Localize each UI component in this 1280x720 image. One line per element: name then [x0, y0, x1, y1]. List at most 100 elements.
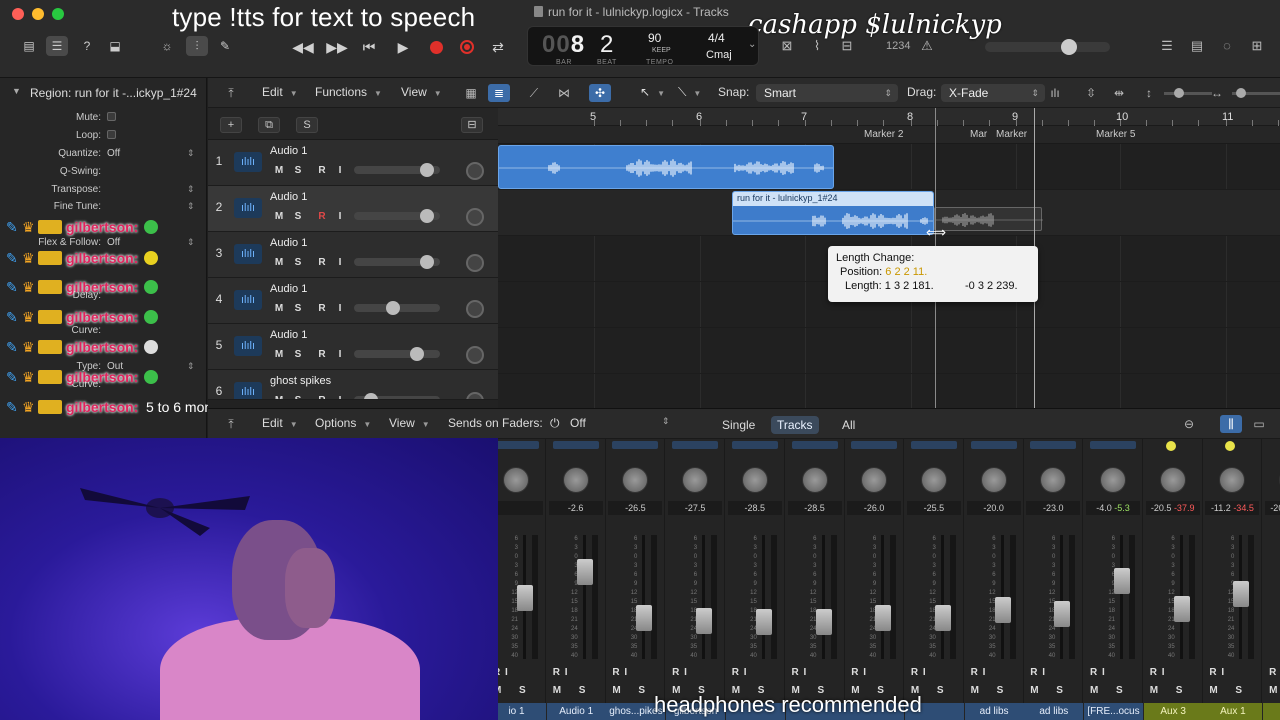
- input-monitor-button[interactable]: I: [333, 256, 347, 269]
- master-volume-knob[interactable]: [1061, 39, 1077, 55]
- record-enable-button[interactable]: R: [971, 667, 978, 678]
- channel-name[interactable]: Aux 3: [1143, 703, 1203, 720]
- view-menu[interactable]: View ▼: [401, 85, 442, 99]
- track-volume-knob[interactable]: [420, 163, 434, 177]
- all-view-button[interactable]: All: [836, 416, 861, 434]
- track-header[interactable]: 6 ılılı ghost spikes MS RI: [208, 370, 498, 400]
- pan-knob[interactable]: [1100, 467, 1126, 493]
- mute-button[interactable]: M: [971, 685, 979, 696]
- snap-select[interactable]: Smart ⇕: [756, 84, 898, 102]
- mute-button[interactable]: M: [272, 302, 286, 315]
- pan-knob[interactable]: [741, 467, 768, 493]
- record-enable-button[interactable]: R: [732, 667, 739, 678]
- input-monitor-button[interactable]: I: [333, 348, 347, 361]
- track-pan-knob[interactable]: [466, 254, 484, 272]
- tracks-view-button[interactable]: Tracks: [771, 416, 819, 434]
- track-name[interactable]: Audio 1: [270, 283, 307, 295]
- inspector-row[interactable]: Mute:: [0, 112, 207, 128]
- vertical-zoom-knob[interactable]: [1174, 88, 1184, 98]
- input-monitor-button[interactable]: I: [1162, 667, 1165, 678]
- volume-fader[interactable]: [696, 608, 713, 634]
- solo-button[interactable]: S: [1176, 685, 1183, 696]
- input-monitor-button[interactable]: I: [1042, 667, 1045, 678]
- solo-button[interactable]: S: [1056, 685, 1063, 696]
- input-monitor-button[interactable]: I: [804, 667, 807, 678]
- vertical-zoom-slider[interactable]: [1164, 88, 1212, 98]
- solo-button[interactable]: S: [291, 256, 305, 269]
- flex-icon[interactable]: ⋈: [553, 84, 575, 102]
- metronome-icon[interactable]: ⚠: [918, 38, 936, 54]
- audio-fx-slot[interactable]: [552, 441, 599, 449]
- capture-recording-button[interactable]: [454, 36, 480, 58]
- input-monitor-button[interactable]: I: [624, 667, 627, 678]
- drag-select[interactable]: X-Fade ⇕: [941, 84, 1045, 102]
- record-enable-button[interactable]: R: [1269, 667, 1276, 678]
- track-name[interactable]: Audio 1: [270, 237, 307, 249]
- track-volume-knob[interactable]: [386, 301, 400, 315]
- pan-knob[interactable]: [861, 467, 888, 493]
- inspector-row-value[interactable]: [107, 112, 116, 124]
- updown-icon[interactable]: ⇕: [187, 184, 195, 195]
- selected-audio-region[interactable]: run for it - lulnickyp_1#24: [732, 191, 934, 235]
- global-tracks-icon[interactable]: ⊟: [461, 117, 483, 133]
- lcd-display[interactable]: 008 2 BAR BEAT 90 KEEP TEMPO 4/4 Cmaj ⌄: [527, 26, 759, 66]
- input-monitor-button[interactable]: I: [923, 667, 926, 678]
- mixer-view-menu[interactable]: View ▼: [389, 416, 430, 430]
- record-enable-button[interactable]: R: [315, 164, 329, 177]
- updown-icon[interactable]: ⇕: [187, 361, 195, 372]
- pan-knob[interactable]: [801, 467, 828, 493]
- channel-name[interactable]: Aux: [1263, 703, 1280, 720]
- track-volume-slider[interactable]: [354, 163, 440, 177]
- audio-fx-slot[interactable]: [672, 441, 719, 449]
- input-monitor-button[interactable]: I: [1102, 667, 1105, 678]
- replace-icon[interactable]: ⊠: [778, 38, 796, 54]
- add-track-icon[interactable]: +: [220, 117, 242, 133]
- solo-button[interactable]: S: [291, 164, 305, 177]
- track-header[interactable]: 4 ılılı Audio 1 MSRI: [208, 278, 498, 324]
- record-enable-button[interactable]: R: [851, 667, 858, 678]
- record-enable-button[interactable]: R: [911, 667, 918, 678]
- input-monitor-button[interactable]: I: [333, 394, 347, 399]
- track-header[interactable]: 3 ılılı Audio 1 MSRI: [208, 232, 498, 278]
- close-window-button[interactable]: [12, 8, 24, 20]
- editors-toggle-icon[interactable]: ✎: [214, 36, 236, 56]
- catch-playhead-icon[interactable]: ⤒: [220, 84, 242, 102]
- duplicate-track-icon[interactable]: ⧉: [258, 117, 280, 133]
- pan-knob[interactable]: [1219, 467, 1246, 493]
- solo-button[interactable]: S: [997, 685, 1004, 696]
- inspector-row[interactable]: Loop:: [0, 130, 207, 146]
- mute-button[interactable]: M: [553, 685, 561, 696]
- record-enable-button[interactable]: R: [315, 394, 329, 399]
- inspector-row[interactable]: Transpose: ⇕: [0, 184, 207, 200]
- play-icon[interactable]: ▶: [390, 36, 416, 58]
- grid-view-icon[interactable]: ▦: [460, 84, 482, 102]
- horizontal-zoom-knob[interactable]: [1236, 88, 1246, 98]
- horizontal-zoom-slider[interactable]: [1232, 88, 1280, 98]
- narrow-strips-icon[interactable]: ⫼: [1220, 415, 1242, 433]
- mute-button[interactable]: M: [272, 164, 286, 177]
- volume-fader[interactable]: [755, 609, 772, 635]
- audio-fx-slot[interactable]: [731, 441, 778, 449]
- horizontal-zoom-icon[interactable]: ↔: [1206, 84, 1228, 102]
- input-monitor-button[interactable]: I: [744, 667, 747, 678]
- mute-button[interactable]: M: [1150, 685, 1158, 696]
- solo-button[interactable]: S: [519, 685, 526, 696]
- audio-fx-slot[interactable]: [493, 441, 539, 449]
- track-pan-knob[interactable]: [466, 346, 484, 364]
- zoom-window-button[interactable]: [52, 8, 64, 20]
- note-pad-icon[interactable]: ▤: [1188, 38, 1206, 54]
- solo-button[interactable]: S: [638, 685, 645, 696]
- go-to-beginning-icon[interactable]: ⏮: [356, 36, 382, 58]
- channel-name[interactable]: ad libs: [1024, 703, 1084, 720]
- catch-icon[interactable]: ⤒: [220, 415, 242, 433]
- inspector-row[interactable]: Quantize: Off ⇕: [0, 148, 207, 164]
- inspector-row-value[interactable]: Off: [107, 237, 120, 248]
- horizontal-fit-icon[interactable]: ⇹: [1108, 84, 1130, 102]
- fast-forward-icon[interactable]: ▶▶: [324, 36, 350, 58]
- mute-button[interactable]: M: [1209, 685, 1217, 696]
- input-monitor-button[interactable]: I: [333, 164, 347, 177]
- track-volume-knob[interactable]: [364, 393, 378, 399]
- audio-fx-slot[interactable]: [851, 441, 898, 449]
- track-header[interactable]: 5 ılılı Audio 1 MSRI: [208, 324, 498, 370]
- volume-fader[interactable]: [1233, 581, 1250, 607]
